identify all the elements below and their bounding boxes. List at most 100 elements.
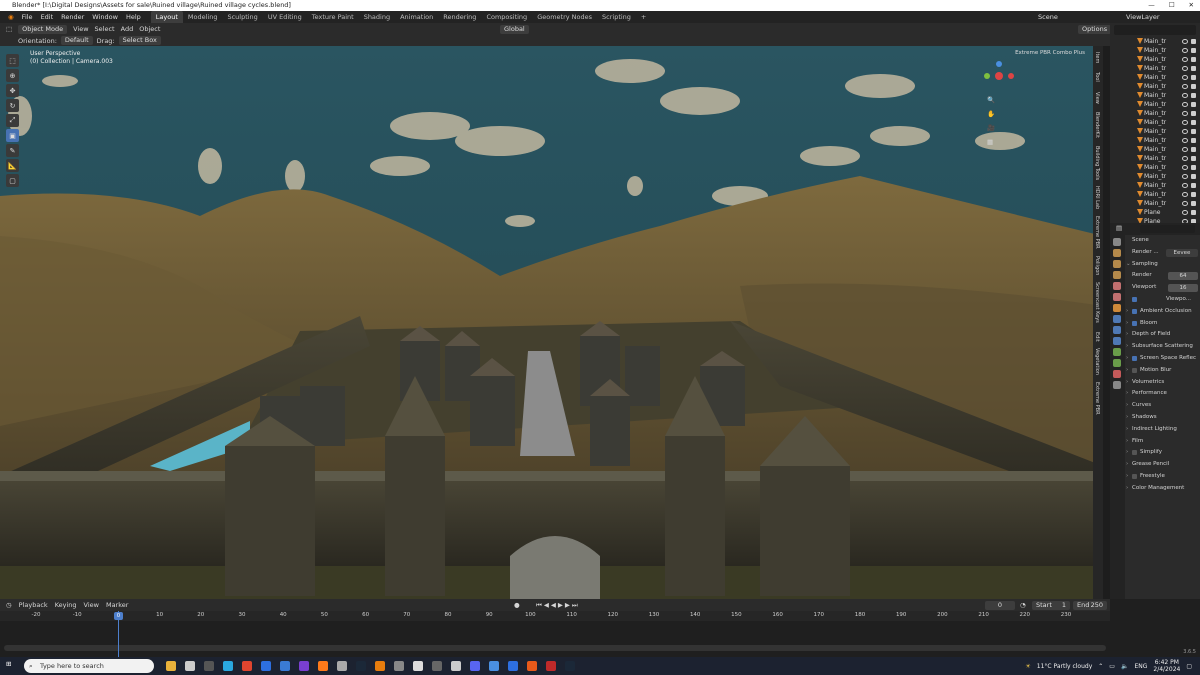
- visibility-eye-icon[interactable]: [1182, 174, 1188, 179]
- workspace-tab-shading[interactable]: Shading: [359, 11, 395, 23]
- render-camera-icon[interactable]: [1191, 120, 1196, 125]
- sidebar-tab-poliigon[interactable]: Poliigon: [1094, 256, 1100, 275]
- orientation-selector[interactable]: Default: [60, 36, 93, 45]
- outliner-item[interactable]: Main_tr: [1110, 154, 1200, 163]
- visibility-eye-icon[interactable]: [1182, 39, 1188, 44]
- grid-icon[interactable]: ▦: [987, 138, 995, 146]
- app-icon-5[interactable]: [261, 661, 271, 671]
- app-icon-12[interactable]: [394, 661, 404, 671]
- notification-icon[interactable]: ▢: [1186, 663, 1192, 670]
- timeline-tracks[interactable]: [0, 621, 1110, 645]
- minimize-icon[interactable]: —: [1148, 0, 1155, 11]
- render-camera-icon[interactable]: [1191, 93, 1196, 98]
- transform-orientation-selector[interactable]: Global: [500, 24, 529, 34]
- visibility-eye-icon[interactable]: [1182, 129, 1188, 134]
- outliner-item[interactable]: Main_tr: [1110, 73, 1200, 82]
- app-icon-7[interactable]: [299, 661, 309, 671]
- volume-icon[interactable]: 🔈: [1121, 663, 1128, 670]
- app-icon-15[interactable]: [451, 661, 461, 671]
- clock[interactable]: 6:42 PM 2/4/2024: [1153, 659, 1180, 673]
- render-samples-field[interactable]: 64: [1168, 272, 1198, 281]
- menu-marker[interactable]: Marker: [106, 601, 128, 609]
- options-button[interactable]: Options: [1078, 24, 1112, 34]
- render-camera-icon[interactable]: [1191, 210, 1196, 215]
- menu-help[interactable]: Help: [122, 11, 145, 23]
- timeline-scrollbar[interactable]: [4, 645, 1106, 651]
- data-tab-icon[interactable]: [1113, 359, 1121, 367]
- playback-controls-icon[interactable]: ⏮◀◀▶▶⏭: [536, 601, 580, 610]
- zoom-icon[interactable]: 🔍: [987, 96, 995, 104]
- menu-file[interactable]: File: [18, 11, 37, 23]
- drag-selector[interactable]: Select Box: [118, 36, 161, 45]
- camera-view-icon[interactable]: 🎥: [987, 124, 995, 132]
- workspace-tab-sculpting[interactable]: Sculpting: [222, 11, 262, 23]
- steam-icon[interactable]: [356, 661, 366, 671]
- end-frame-field[interactable]: End 250: [1073, 600, 1107, 610]
- visibility-eye-icon[interactable]: [1182, 165, 1188, 170]
- mode-selector[interactable]: Object Mode: [18, 24, 68, 34]
- particles-tab-icon[interactable]: [1113, 326, 1121, 334]
- outliner-item[interactable]: Main_tr: [1110, 55, 1200, 64]
- object-tab-icon[interactable]: [1113, 304, 1121, 312]
- outliner-search-input[interactable]: [1114, 25, 1196, 35]
- world-tab-icon[interactable]: [1113, 293, 1121, 301]
- outliner-item[interactable]: Main_tr: [1110, 163, 1200, 172]
- 3d-viewport[interactable]: User Perspective (0) Collection | Camera…: [0, 46, 1103, 599]
- outliner-item[interactable]: Main_tr: [1110, 181, 1200, 190]
- render-camera-icon[interactable]: [1191, 183, 1196, 188]
- render-camera-icon[interactable]: [1191, 201, 1196, 206]
- app-icon-19[interactable]: [527, 661, 537, 671]
- render-panel-color-management[interactable]: › Color Management: [1126, 483, 1200, 495]
- outliner-item[interactable]: Main_tr: [1110, 109, 1200, 118]
- menu-window[interactable]: Window: [88, 11, 122, 23]
- firefox-icon[interactable]: [318, 661, 328, 671]
- render-panel-bloom[interactable]: › Bloom: [1126, 318, 1200, 330]
- cursor-tool-icon[interactable]: ⊕: [6, 69, 19, 82]
- render-camera-icon[interactable]: [1191, 75, 1196, 80]
- render-panel-motion-blur[interactable]: › Motion Blur: [1126, 365, 1200, 377]
- workspace-tab-scripting[interactable]: Scripting: [597, 11, 636, 23]
- visibility-eye-icon[interactable]: [1182, 57, 1188, 62]
- language-indicator[interactable]: ENG: [1134, 663, 1147, 670]
- pan-hand-icon[interactable]: ✋: [987, 110, 995, 118]
- outliner-item[interactable]: Main_tr: [1110, 37, 1200, 46]
- render-camera-icon[interactable]: [1191, 138, 1196, 143]
- scene-selector[interactable]: Scene: [1038, 13, 1058, 21]
- app-icon-17[interactable]: [489, 661, 499, 671]
- weather-label[interactable]: 11°C Partly cloudy: [1037, 663, 1093, 670]
- discord-icon[interactable]: [470, 661, 480, 671]
- select-box-tool-icon[interactable]: ⬚: [6, 54, 19, 67]
- app-icon-18[interactable]: [508, 661, 518, 671]
- maximize-icon[interactable]: ☐: [1169, 0, 1175, 11]
- render-panel-simplify[interactable]: › Simplify: [1126, 447, 1200, 459]
- modifier-tab-icon[interactable]: [1113, 315, 1121, 323]
- playhead-frame-badge[interactable]: 0: [114, 612, 123, 620]
- visibility-eye-icon[interactable]: [1182, 84, 1188, 89]
- render-camera-icon[interactable]: [1191, 48, 1196, 53]
- outliner-item[interactable]: Plane: [1110, 208, 1200, 217]
- menu-render[interactable]: Render: [57, 11, 88, 23]
- workspace-tab-modeling[interactable]: Modeling: [183, 11, 223, 23]
- axis-gizmo-icon[interactable]: [979, 56, 1019, 96]
- visibility-eye-icon[interactable]: [1182, 138, 1188, 143]
- outliner-item[interactable]: Main_tr: [1110, 145, 1200, 154]
- outliner-item[interactable]: Main_tr: [1110, 64, 1200, 73]
- workspace-tab-texture-paint[interactable]: Texture Paint: [307, 11, 359, 23]
- render-camera-icon[interactable]: [1191, 39, 1196, 44]
- render-camera-icon[interactable]: [1191, 165, 1196, 170]
- render-panel-ambient-occlusion[interactable]: › Ambient Occlusion: [1126, 306, 1200, 318]
- workspace-tab-rendering[interactable]: Rendering: [438, 11, 481, 23]
- file-explorer-icon[interactable]: [166, 661, 176, 671]
- outliner-item[interactable]: Main_tr: [1110, 91, 1200, 100]
- tray-overflow-icon[interactable]: ⌃: [1098, 663, 1103, 670]
- current-frame-field[interactable]: 0: [985, 600, 1015, 610]
- render-camera-icon[interactable]: [1191, 84, 1196, 89]
- sidebar-tab-edit[interactable]: Edit: [1094, 332, 1100, 342]
- render-panel-freestyle[interactable]: › Freestyle: [1126, 471, 1200, 483]
- menu-select[interactable]: Select: [95, 25, 115, 33]
- add-workspace-icon[interactable]: +: [636, 11, 651, 23]
- visibility-eye-icon[interactable]: [1182, 48, 1188, 53]
- properties-search-input[interactable]: [1140, 225, 1195, 233]
- physics-tab-icon[interactable]: [1113, 337, 1121, 345]
- render-panel-performance[interactable]: › Performance: [1126, 388, 1200, 400]
